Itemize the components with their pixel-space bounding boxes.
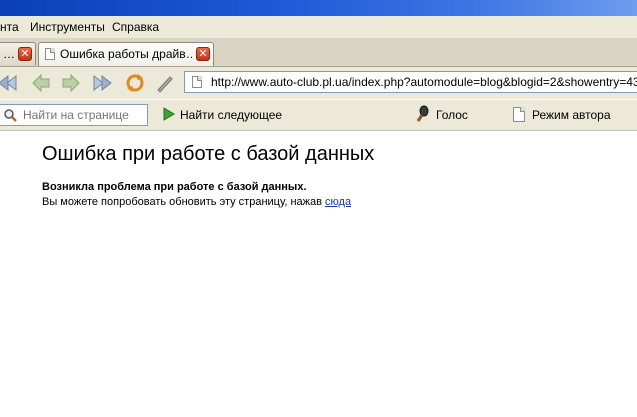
page-icon: [45, 48, 55, 60]
menu-item-tools[interactable]: Инструменты: [30, 20, 105, 34]
forward-arrow-icon[interactable]: [60, 72, 82, 94]
menu-bar: нта Инструменты Справка: [0, 16, 637, 38]
error-message-line: Вы можете попробовать обновить эту стран…: [42, 196, 351, 208]
tab-active[interactable]: Ошибка работы драйв… ✕: [38, 42, 214, 66]
tab-previous-close-icon[interactable]: ✕: [18, 47, 32, 61]
address-bar[interactable]: http://www.auto-club.pl.ua/index.php?aut…: [184, 71, 637, 93]
tab-previous[interactable]: … ✕: [0, 42, 36, 65]
tab-bar: … ✕ Ошибка работы драйв… ✕: [0, 38, 637, 67]
navigation-toolbar: http://www.auto-club.pl.ua/index.php?aut…: [0, 67, 637, 99]
find-input[interactable]: [23, 107, 143, 123]
voice-button[interactable]: Голос: [436, 108, 468, 122]
edit-pen-icon[interactable]: [154, 72, 176, 94]
window-titlebar: [0, 0, 637, 16]
tab-active-label: Ошибка работы драйв…: [60, 47, 192, 61]
author-mode-button[interactable]: Режим автора: [532, 108, 611, 122]
back-arrow-icon[interactable]: [30, 72, 52, 94]
tab-previous-label: …: [3, 47, 15, 61]
page-content: Ошибка при работе с базой данных Возникл…: [0, 131, 637, 417]
error-message-bold: Возникла проблема при работе с базой дан…: [42, 181, 307, 193]
search-icon: [4, 109, 17, 122]
document-icon: [513, 107, 525, 122]
find-box[interactable]: [0, 104, 148, 126]
reload-icon[interactable]: [124, 72, 146, 94]
menu-item-tabs[interactable]: нта: [0, 20, 19, 34]
address-bar-url[interactable]: http://www.auto-club.pl.ua/index.php?aut…: [211, 75, 637, 89]
play-icon[interactable]: [162, 106, 176, 122]
tab-active-close-icon[interactable]: ✕: [196, 47, 210, 61]
microphone-icon[interactable]: [415, 105, 431, 123]
fast-forward-icon[interactable]: [92, 72, 114, 94]
retry-link[interactable]: сюда: [325, 196, 351, 208]
rewind-icon[interactable]: [0, 72, 18, 94]
error-message-text: Вы можете попробовать обновить эту стран…: [42, 196, 326, 208]
menu-item-help[interactable]: Справка: [112, 20, 159, 34]
page-title: Ошибка при работе с базой данных: [42, 143, 375, 165]
page-icon: [192, 76, 202, 88]
find-bar: Найти следующее Голос Режим автора: [0, 100, 637, 131]
find-next-button[interactable]: Найти следующее: [180, 108, 282, 122]
